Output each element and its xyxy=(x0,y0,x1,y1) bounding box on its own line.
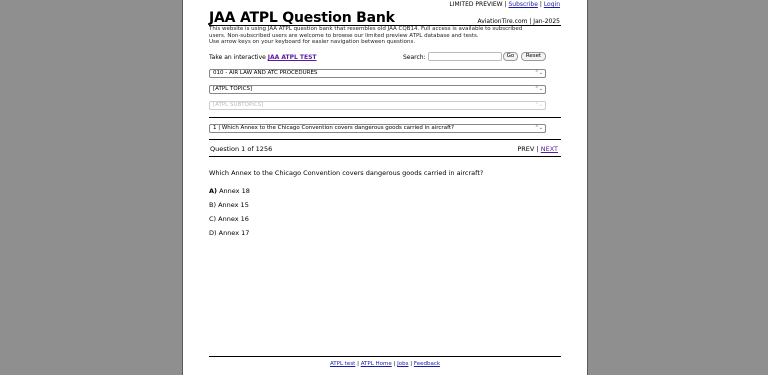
question-nav: PREV | NEXT xyxy=(517,145,558,153)
divider xyxy=(209,156,561,157)
answer-option[interactable]: A) Annex 18 xyxy=(209,187,250,195)
answer-option[interactable]: C) Annex 16 xyxy=(209,215,249,223)
footer-feedback-link[interactable]: Feedback xyxy=(414,361,440,367)
topic-select[interactable]: [ATPL TOPICS] ⌃⌄ xyxy=(209,85,546,94)
jaa-atpl-test-link[interactable]: JAA ATPL TEST xyxy=(268,54,317,61)
page-title: JAA ATPL Question Bank xyxy=(209,10,395,26)
question-select[interactable]: 1 | Which Annex to the Chicago Conventio… xyxy=(209,124,546,133)
answer-option[interactable]: D) Annex 17 xyxy=(209,229,249,237)
test-promo: Take an interactive JAA ATPL TEST xyxy=(209,54,317,61)
intro-text: This website is using JAA ATPL question … xyxy=(209,26,523,45)
divider xyxy=(209,139,561,140)
footer: ATPL test | ATPL Home | Jobs | Feedback xyxy=(329,361,441,367)
search-input[interactable] xyxy=(428,52,502,61)
chevron-updown-icon: ⌃⌄ xyxy=(534,125,543,131)
answer-letter: A) xyxy=(209,187,218,195)
page-panel: LIMITED PREVIEW | Subscribe | Login JAA … xyxy=(182,0,588,375)
answer-option[interactable]: B) Annex 15 xyxy=(209,201,249,209)
question-text: Which Annex to the Chicago Convention co… xyxy=(209,169,484,177)
answer-letter: B) xyxy=(209,201,216,209)
answer-letter: D) xyxy=(209,229,217,237)
login-link[interactable]: Login xyxy=(544,1,560,8)
topbar: LIMITED PREVIEW | Subscribe | Login xyxy=(449,1,560,8)
limited-preview-label: LIMITED PREVIEW xyxy=(449,1,503,8)
go-button[interactable]: Go xyxy=(503,52,518,61)
chevron-updown-icon: ⌃⌄ xyxy=(534,86,543,92)
prev-link[interactable]: PREV xyxy=(517,145,534,153)
subtopic-select[interactable]: [ATPL SUBTOPICS] ⌃⌄ xyxy=(209,101,546,110)
footer-atpl-test-link[interactable]: ATPL test xyxy=(330,361,355,367)
footer-jobs-link[interactable]: Jobs xyxy=(397,361,408,367)
divider xyxy=(209,117,561,118)
site-date: AviationTire.com | Jan-2025 xyxy=(477,18,560,25)
question-counter: Question 1 of 1256 xyxy=(210,145,273,153)
footer-atpl-home-link[interactable]: ATPL Home xyxy=(361,361,392,367)
footer-divider xyxy=(209,356,561,357)
subject-select[interactable]: 010 - AIR LAW AND ATC PROCEDURES ⌃⌄ xyxy=(209,69,546,78)
subscribe-link[interactable]: Subscribe xyxy=(508,1,537,8)
chevron-updown-icon: ⌃⌄ xyxy=(534,70,543,76)
next-link[interactable]: NEXT xyxy=(541,145,558,153)
answer-letter: C) xyxy=(209,215,217,223)
search-label: Search: xyxy=(403,54,426,61)
chevron-updown-icon: ⌃⌄ xyxy=(534,102,543,108)
reset-button[interactable]: Reset xyxy=(521,52,546,61)
